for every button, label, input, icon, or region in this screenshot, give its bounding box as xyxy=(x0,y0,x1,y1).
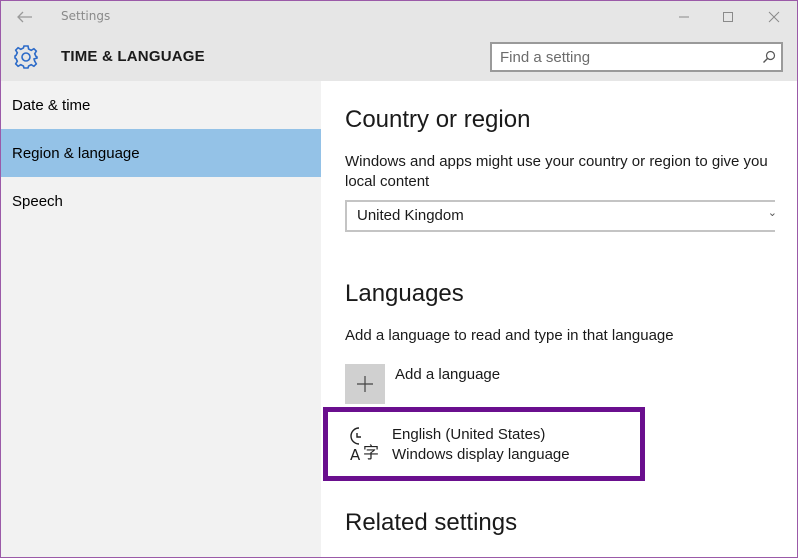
add-language-label[interactable]: Add a language xyxy=(395,366,500,383)
sidebar-item-label: Date & time xyxy=(12,96,91,114)
add-language-button[interactable] xyxy=(345,364,385,404)
settings-header: TIME & LANGUAGE xyxy=(1,33,797,81)
language-entry-english[interactable]: A 字 English (United States) Windows disp… xyxy=(323,407,645,481)
country-select[interactable]: United Kingdom ⌄ xyxy=(345,200,777,232)
language-icon: A 字 xyxy=(350,427,379,463)
title-bar: Settings xyxy=(1,1,797,33)
sidebar-item-label: Region & language xyxy=(12,144,140,162)
country-description-line2: local content xyxy=(345,173,430,190)
sidebar-item-label: Speech xyxy=(12,192,63,210)
country-heading: Country or region xyxy=(345,106,531,133)
plus-icon xyxy=(357,376,373,392)
country-select-value: United Kingdom xyxy=(357,207,464,224)
sidebar-item-date-time[interactable]: Date & time xyxy=(1,81,321,129)
maximize-icon xyxy=(723,12,733,22)
search-icon[interactable] xyxy=(762,50,776,64)
search-box[interactable] xyxy=(490,42,783,72)
sidebar: Date & time Region & language Speech xyxy=(1,81,321,557)
country-description-line1: Windows and apps might use your country … xyxy=(345,153,768,170)
close-button[interactable] xyxy=(751,1,797,33)
close-icon xyxy=(768,11,780,23)
language-name: English (United States) xyxy=(392,426,546,443)
search-input[interactable] xyxy=(500,47,750,67)
svg-text:字: 字 xyxy=(363,443,379,462)
back-button[interactable] xyxy=(11,6,39,28)
sidebar-item-region-language[interactable]: Region & language xyxy=(1,129,321,177)
related-settings-heading: Related settings xyxy=(345,509,518,536)
page-title: TIME & LANGUAGE xyxy=(61,48,205,65)
languages-heading: Languages xyxy=(345,280,464,307)
chevron-down-icon: ⌄ xyxy=(767,206,777,219)
main-content: Country or region Windows and apps might… xyxy=(321,81,797,557)
minimize-icon xyxy=(679,16,689,18)
svg-text:A: A xyxy=(350,446,361,463)
sidebar-item-speech[interactable]: Speech xyxy=(1,177,321,225)
language-subtitle: Windows display language xyxy=(392,446,570,463)
settings-window: Settings TIME & LANGUAGE Find a setting … xyxy=(0,0,798,558)
maximize-button[interactable] xyxy=(705,1,751,33)
back-arrow-icon xyxy=(17,11,32,23)
gear-icon xyxy=(14,45,38,69)
minimize-button[interactable] xyxy=(661,1,707,33)
languages-description: Add a language to read and type in that … xyxy=(345,327,674,344)
window-title: Settings xyxy=(61,9,111,23)
